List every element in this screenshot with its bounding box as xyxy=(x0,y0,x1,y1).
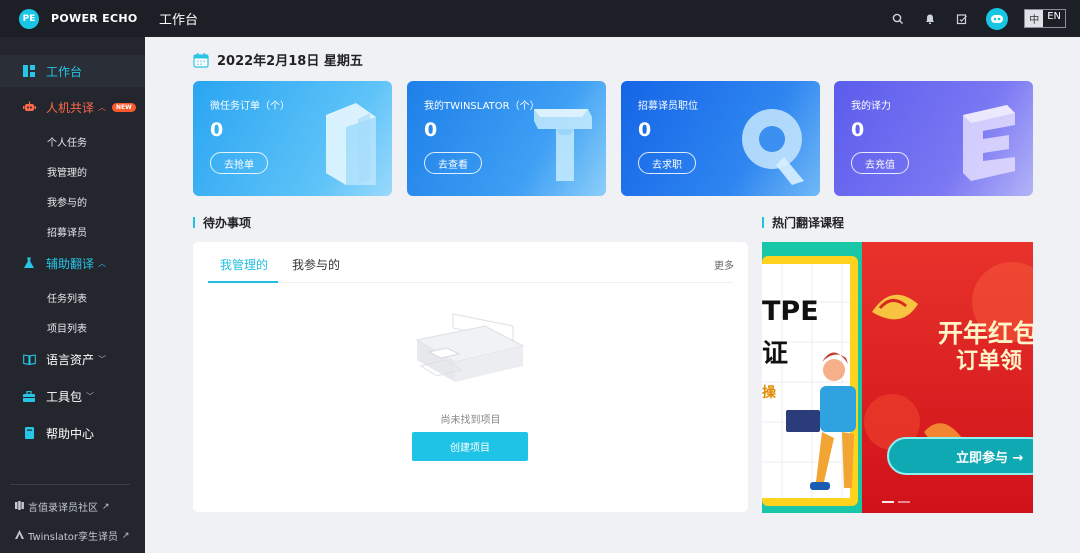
date-row: 2022年2月18日 星期五 xyxy=(193,50,363,69)
current-date: 2022年2月18日 星期五 xyxy=(217,54,363,69)
twinslator-link-label: Twinslator孪生译员 xyxy=(28,532,119,543)
sub-item-task-list[interactable]: 任务列表 xyxy=(47,290,87,305)
sidebar-item-workbench[interactable]: 工作台 xyxy=(0,55,145,87)
slide2-text-headline: 开年红包 xyxy=(938,319,1033,348)
sidebar-item-language-assets[interactable]: 语言资产 ﹀ xyxy=(0,345,145,373)
sub-item-managed[interactable]: 我管理的 xyxy=(47,164,87,179)
card-my-capacity: 我的译力 0 去充值 xyxy=(834,81,1033,196)
sidebar-item-label: 语言资产 xyxy=(46,352,95,367)
slide2-text-sub: 订单领 xyxy=(956,348,1022,374)
external-link-icon: ↗ xyxy=(102,501,110,512)
apply-job-button[interactable]: 去求职 xyxy=(638,152,696,174)
card-value: 0 xyxy=(851,119,865,141)
power-echo-logo: PE xyxy=(19,8,39,29)
slide1-text-tpe: TPE xyxy=(762,296,819,327)
card-my-twinslator: 我的TWINSLATOR（个） 0 去查看 xyxy=(407,81,606,196)
empty-state-illustration xyxy=(415,308,527,404)
card-micro-task-orders: 微任务订单（个） 0 去抢单 xyxy=(193,81,392,196)
course-slide-tpe[interactable]: TPE 证 操 xyxy=(762,242,862,513)
glass-letter-e-icon xyxy=(953,95,1025,191)
tab-participated[interactable]: 我参与的 xyxy=(292,256,340,273)
sidebar-item-label: 帮助中心 xyxy=(46,426,95,441)
todo-panel: 我管理的 我参与的 更多 尚未找到项目 创建项目 xyxy=(193,242,748,512)
brand-name: POWER ECHO xyxy=(51,12,138,25)
slide2-text-cta: 立即参与 → xyxy=(956,450,1024,466)
chevron-down-icon: ﹀ xyxy=(86,391,95,401)
tab-managed[interactable]: 我管理的 xyxy=(220,256,268,273)
flask-icon xyxy=(22,256,36,270)
sidebar-item-label: 工具包 xyxy=(46,389,83,404)
new-badge: NEW xyxy=(112,102,136,112)
edit-task-icon[interactable] xyxy=(954,11,970,27)
sidebar-item-label: 辅助翻译 xyxy=(46,256,95,271)
chevron-up-icon: ︿ xyxy=(98,258,107,268)
top-bar: PE POWER ECHO 工作台 中 EN xyxy=(0,0,1080,37)
sidebar-item-label: 人机共译 xyxy=(46,100,95,115)
card-title: 招募译员职位 xyxy=(638,101,698,112)
sidebar-item-human-machine[interactable]: 人机共译 ︿ NEW xyxy=(0,93,145,121)
sidebar: 工作台 人机共译 ︿ NEW 个人任务 我管理的 我参与的 招募译员 辅助翻译 … xyxy=(0,37,145,553)
card-value: 0 xyxy=(424,119,438,141)
empty-state-text: 尚未找到项目 xyxy=(440,415,501,426)
courses-section-title: 热门翻译课程 xyxy=(762,214,844,231)
chevron-up-icon: ︿ xyxy=(98,102,107,112)
sidebar-divider xyxy=(10,484,130,485)
tab-divider xyxy=(208,282,733,283)
sub-item-participated[interactable]: 我参与的 xyxy=(47,194,87,209)
bell-icon[interactable] xyxy=(922,11,938,27)
card-recruit-positions: 招募译员职位 0 去求职 xyxy=(621,81,820,196)
dashboard-icon xyxy=(22,64,36,78)
slide1-text-zheng: 证 xyxy=(762,339,788,369)
community-link[interactable]: 言值录译员社区 ↗ xyxy=(15,499,110,514)
glass-letter-q-icon xyxy=(734,95,812,191)
language-switch: 中 EN xyxy=(1024,9,1066,28)
section-bar xyxy=(762,217,764,228)
sub-item-project-list[interactable]: 项目列表 xyxy=(47,320,87,335)
toolbox-icon xyxy=(22,389,36,403)
glass-letter-i-icon xyxy=(312,95,384,191)
calendar-icon xyxy=(193,52,209,68)
grab-order-button[interactable]: 去抢单 xyxy=(210,152,268,174)
external-link-icon: ↗ xyxy=(122,530,130,541)
section-bar xyxy=(193,217,195,228)
robot-icon xyxy=(22,100,36,114)
lang-en-button[interactable]: EN xyxy=(1043,10,1065,27)
create-project-button[interactable]: 创建项目 xyxy=(412,432,528,461)
recharge-button[interactable]: 去充值 xyxy=(851,152,909,174)
sidebar-item-help-center[interactable]: 帮助中心 xyxy=(0,419,145,447)
active-tab-indicator xyxy=(208,281,278,283)
card-title: 微任务订单（个） xyxy=(210,101,290,112)
slide1-text-cao: 操 xyxy=(762,384,777,401)
card-title: 我的译力 xyxy=(851,101,891,112)
card-value: 0 xyxy=(638,119,652,141)
sub-item-recruit[interactable]: 招募译员 xyxy=(47,224,87,239)
help-book-icon xyxy=(22,426,36,440)
card-title: 我的TWINSLATOR（个） xyxy=(424,101,540,112)
sidebar-item-toolbox[interactable]: 工具包 ﹀ xyxy=(0,382,145,410)
book-icon xyxy=(22,352,36,366)
courses-title-text: 热门翻译课程 xyxy=(772,216,845,230)
sidebar-item-label: 工作台 xyxy=(46,64,83,79)
sub-item-personal-tasks[interactable]: 个人任务 xyxy=(47,134,87,149)
glass-letter-t-icon xyxy=(526,95,598,191)
twinslator-icon xyxy=(15,529,24,542)
search-icon[interactable] xyxy=(890,11,906,27)
page-title: 工作台 xyxy=(159,13,199,28)
twinslator-link[interactable]: Twinslator孪生译员 ↗ xyxy=(15,528,130,543)
course-carousel[interactable]: TPE 证 操 开年红包 订单领 立即参与 → xyxy=(762,242,1033,513)
lang-zh-button[interactable]: 中 xyxy=(1025,10,1044,27)
chevron-down-icon: ﹀ xyxy=(98,354,107,364)
brand[interactable]: PE POWER ECHO xyxy=(0,0,145,37)
view-button[interactable]: 去查看 xyxy=(424,152,482,174)
community-link-label: 言值录译员社区 xyxy=(28,503,98,514)
more-link[interactable]: 更多 xyxy=(714,257,734,272)
community-icon xyxy=(15,500,24,513)
user-avatar[interactable] xyxy=(986,7,1009,30)
course-slide-new-year[interactable]: 开年红包 订单领 立即参与 → xyxy=(862,242,1033,513)
sidebar-item-assisted-translation[interactable]: 辅助翻译 ︿ xyxy=(0,249,145,277)
todo-title-text: 待办事项 xyxy=(203,216,252,230)
todo-section-title: 待办事项 xyxy=(193,214,251,231)
card-value: 0 xyxy=(210,119,224,141)
